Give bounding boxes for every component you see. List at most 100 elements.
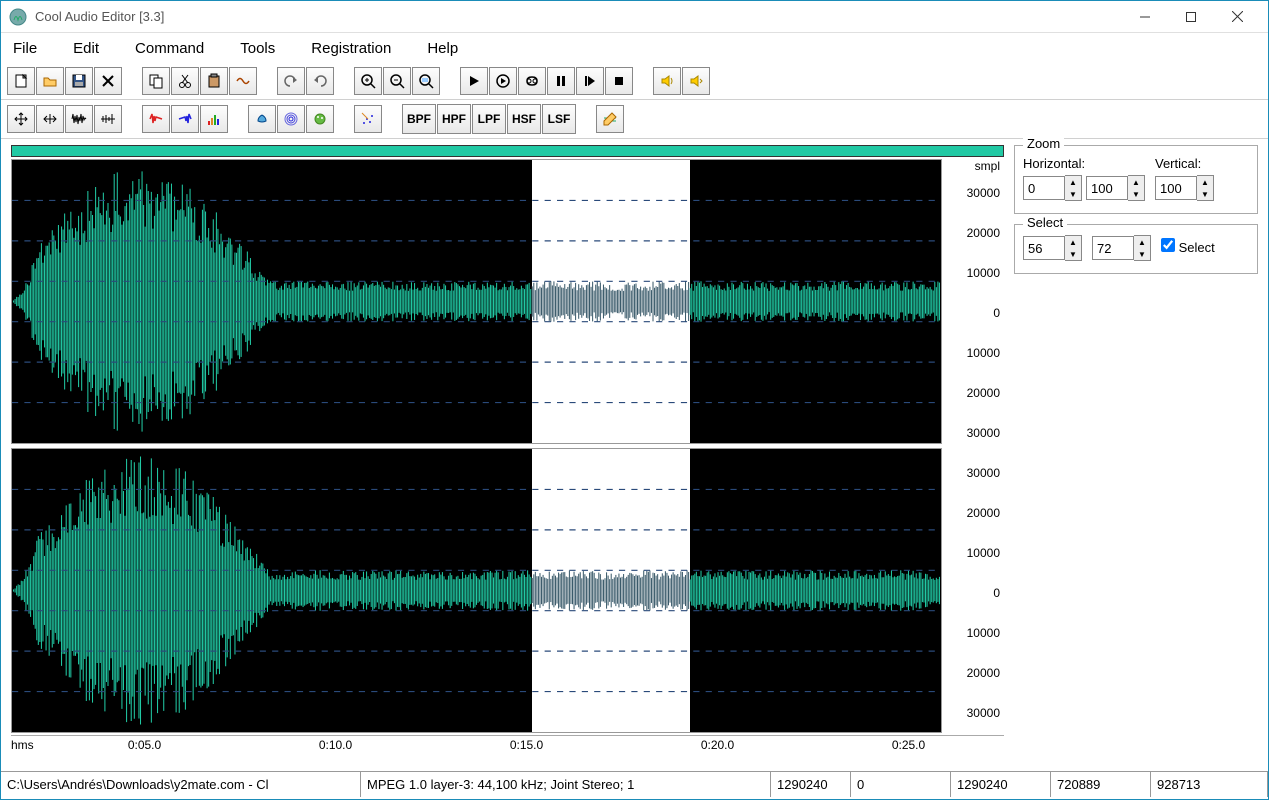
time-tick: 0:10.0 (319, 738, 352, 752)
effect-reverb-button[interactable] (248, 105, 276, 133)
loop-button[interactable] (518, 67, 546, 95)
wave-display-1-button[interactable] (65, 105, 93, 133)
amp-tick: 30000 (946, 706, 1004, 720)
cut-button[interactable] (171, 67, 199, 95)
noise-reduction-button[interactable] (354, 105, 382, 133)
side-panel: Zoom Horizontal: ▲▼ ▲▼ (1008, 139, 1268, 771)
menu-edit[interactable]: Edit (67, 36, 105, 61)
play-button[interactable] (460, 67, 488, 95)
time-unit: hms (11, 738, 49, 752)
expand-button[interactable] (7, 105, 35, 133)
status-path: C:\Users\Andrés\Downloads\y2mate.com - C… (1, 772, 361, 797)
effect-noise-button[interactable] (306, 105, 334, 133)
status-v5: 928713 (1151, 772, 1268, 797)
menu-registration[interactable]: Registration (305, 36, 397, 61)
menu-help[interactable]: Help (421, 36, 464, 61)
menu-file[interactable]: File (7, 36, 43, 61)
zoom-h-start-input[interactable] (1023, 176, 1065, 200)
amp-tick: 20000 (946, 666, 1004, 680)
zoom-in-button[interactable] (354, 67, 382, 95)
play-loop-button[interactable] (489, 67, 517, 95)
up-arrow-icon[interactable]: ▲ (1128, 176, 1144, 188)
status-v4: 720889 (1051, 772, 1151, 797)
down-arrow-icon[interactable]: ▼ (1128, 188, 1144, 200)
zoom-legend: Zoom (1023, 136, 1064, 151)
collapse-button[interactable] (36, 105, 64, 133)
effect-echo-button[interactable] (277, 105, 305, 133)
select-end-spinner[interactable]: ▲▼ (1092, 235, 1151, 261)
zoom-selection-button[interactable] (412, 67, 440, 95)
select-end-input[interactable] (1092, 236, 1134, 260)
speaker-left-button[interactable] (653, 67, 681, 95)
pause-button[interactable] (547, 67, 575, 95)
select-check-text: Select (1179, 240, 1215, 255)
wave-display-2-button[interactable] (94, 105, 122, 133)
amplitude-unit: smpl (946, 159, 1004, 173)
window-title: Cool Audio Editor [3.3] (35, 9, 1122, 24)
zoom-v-input[interactable] (1155, 176, 1197, 200)
delete-button[interactable] (94, 67, 122, 95)
status-v2: 0 (851, 772, 951, 797)
zoom-v-spinner[interactable]: ▲▼ (1155, 175, 1214, 201)
waveform-track-right[interactable] (11, 448, 942, 733)
filter-hpf-button[interactable]: HPF (437, 104, 471, 134)
edit-tool-button[interactable] (596, 105, 624, 133)
amp-tick: 20000 (946, 506, 1004, 520)
speaker-right-button[interactable] (682, 67, 710, 95)
minimize-button[interactable] (1122, 2, 1168, 32)
up-arrow-icon[interactable]: ▲ (1134, 236, 1150, 248)
up-arrow-icon[interactable]: ▲ (1197, 176, 1213, 188)
select-checkbox[interactable] (1161, 238, 1175, 252)
time-tick: 0:20.0 (701, 738, 734, 752)
crop-button[interactable] (229, 67, 257, 95)
zoom-out-button[interactable] (383, 67, 411, 95)
waveform-track-left[interactable] (11, 159, 942, 444)
title-bar: Cool Audio Editor [3.3] (1, 1, 1268, 33)
filter-bpf-button[interactable]: BPF (402, 104, 436, 134)
zoom-h-end-input[interactable] (1086, 176, 1128, 200)
fade-blue-button[interactable] (171, 105, 199, 133)
amp-tick: 0 (946, 306, 1004, 320)
filter-lpf-button[interactable]: LPF (472, 104, 506, 134)
status-format: MPEG 1.0 layer-3: 44,100 kHz; Joint Ster… (361, 772, 771, 797)
down-arrow-icon[interactable]: ▼ (1065, 248, 1081, 260)
filter-lsf-button[interactable]: LSF (542, 104, 576, 134)
undo-button[interactable] (277, 67, 305, 95)
down-arrow-icon[interactable]: ▼ (1197, 188, 1213, 200)
select-start-spinner[interactable]: ▲▼ (1023, 235, 1082, 261)
maximize-button[interactable] (1168, 2, 1214, 32)
copy-button[interactable] (142, 67, 170, 95)
select-start-input[interactable] (1023, 236, 1065, 260)
time-ruler: hms 0:05.0 0:10.0 0:15.0 0:20.0 0:25.0 (11, 735, 1004, 771)
down-arrow-icon[interactable]: ▼ (1065, 188, 1081, 200)
menu-command[interactable]: Command (129, 36, 210, 61)
menu-tools[interactable]: Tools (234, 36, 281, 61)
spectrum-button[interactable] (200, 105, 228, 133)
new-button[interactable] (7, 67, 35, 95)
redo-button[interactable] (306, 67, 334, 95)
waveform-area: smpl 30000 20000 10000 0 10000 20000 300… (1, 139, 1008, 771)
save-button[interactable] (65, 67, 93, 95)
close-button[interactable] (1214, 2, 1260, 32)
paste-button[interactable] (200, 67, 228, 95)
amp-tick: 10000 (946, 546, 1004, 560)
select-checkbox-label[interactable]: Select (1161, 238, 1215, 255)
open-button[interactable] (36, 67, 64, 95)
up-arrow-icon[interactable]: ▲ (1065, 236, 1081, 248)
amp-tick: 10000 (946, 626, 1004, 640)
overview-bar[interactable] (11, 145, 1004, 157)
fade-red-button[interactable] (142, 105, 170, 133)
down-arrow-icon[interactable]: ▼ (1134, 248, 1150, 260)
zoom-fieldset: Zoom Horizontal: ▲▼ ▲▼ (1014, 145, 1258, 214)
time-tick: 0:25.0 (892, 738, 925, 752)
select-legend: Select (1023, 215, 1067, 230)
stop-button[interactable] (605, 67, 633, 95)
zoom-h-end-spinner[interactable]: ▲▼ (1086, 175, 1145, 201)
filter-hsf-button[interactable]: HSF (507, 104, 541, 134)
step-button[interactable] (576, 67, 604, 95)
up-arrow-icon[interactable]: ▲ (1065, 176, 1081, 188)
app-icon (9, 8, 27, 26)
zoom-vertical-label: Vertical: (1155, 156, 1214, 171)
zoom-h-start-spinner[interactable]: ▲▼ (1023, 175, 1082, 201)
main-content: smpl 30000 20000 10000 0 10000 20000 300… (1, 139, 1268, 771)
